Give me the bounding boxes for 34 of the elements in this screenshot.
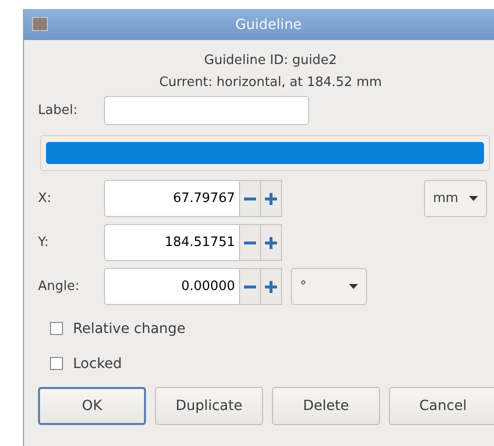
window-icon — [32, 17, 48, 31]
dialog-button[interactable]: Cancel — [389, 387, 494, 425]
increment-button[interactable] — [261, 268, 282, 305]
plus-icon — [265, 236, 277, 248]
plus-icon — [265, 280, 277, 292]
label-field[interactable] — [104, 96, 309, 125]
dialog-button[interactable]: Delete — [272, 387, 380, 425]
field-label: Angle: — [38, 279, 80, 294]
number-field[interactable]: 184.51751 — [104, 224, 240, 261]
plus-icon — [265, 192, 277, 204]
decrement-button[interactable] — [240, 268, 261, 305]
checkbox[interactable] — [50, 322, 63, 335]
window-title: Guideline — [235, 16, 302, 32]
color-button[interactable] — [40, 135, 490, 171]
info-text: Guideline ID: guide2 — [204, 53, 337, 68]
checkbox-label[interactable]: Relative change — [73, 320, 186, 336]
dialog-button[interactable]: Duplicate — [155, 387, 263, 425]
caret-icon — [349, 284, 358, 289]
checkbox[interactable] — [50, 357, 63, 370]
increment-button[interactable] — [261, 180, 282, 217]
dialog-button[interactable]: OK — [38, 387, 146, 425]
number-field[interactable]: 0.00000 — [104, 268, 240, 305]
field-label: Label: — [38, 103, 78, 118]
unit-dropdown[interactable]: ° — [291, 268, 367, 305]
checkbox-label[interactable]: Locked — [73, 356, 122, 372]
field-label: Y: — [38, 235, 50, 250]
decrement-button[interactable] — [240, 224, 261, 261]
unit-dropdown[interactable]: mm — [424, 180, 487, 217]
number-field[interactable]: 67.79767 — [104, 180, 240, 217]
increment-button[interactable] — [261, 224, 282, 261]
caret-icon — [469, 196, 478, 201]
field-label: X: — [38, 191, 52, 206]
info-text: Current: horizontal, at 184.52 mm — [159, 75, 382, 90]
decrement-button[interactable] — [240, 180, 261, 217]
